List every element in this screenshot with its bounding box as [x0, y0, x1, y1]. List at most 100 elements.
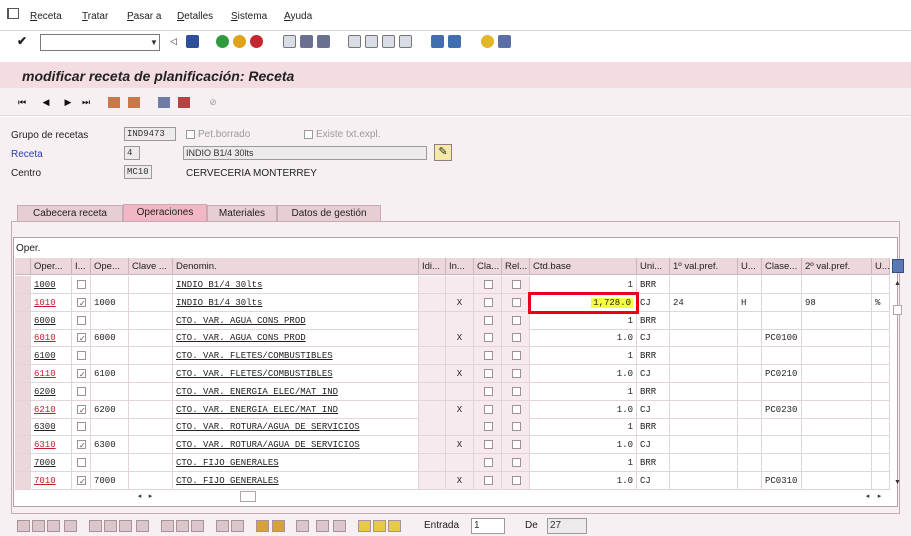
- row-i-checkbox[interactable]: [77, 386, 86, 396]
- col-oper[interactable]: Oper...: [31, 258, 72, 275]
- cell-ctd-base[interactable]: 1: [530, 382, 637, 401]
- exit-icon[interactable]: [233, 35, 246, 48]
- table-row[interactable]: 1000 INDIO B1/4 30lts 1 BRR: [15, 276, 890, 294]
- cell-oper[interactable]: 6210: [31, 400, 72, 419]
- help-icon[interactable]: [481, 35, 494, 48]
- col-cla[interactable]: Cla...: [474, 258, 502, 275]
- app-menu-icon[interactable]: [7, 8, 19, 19]
- cell-ctd-base[interactable]: 1: [530, 311, 637, 330]
- text-icon[interactable]: [316, 520, 329, 532]
- cell-denomin[interactable]: CTO. VAR. ENERGIA ELEC/MAT IND: [173, 400, 419, 419]
- tab-materiales[interactable]: Materiales: [207, 205, 277, 221]
- tab-operaciones[interactable]: Operaciones: [123, 204, 207, 221]
- scroll-right-right-icon[interactable]: ▸: [875, 492, 884, 501]
- table-row[interactable]: 6100 CTO. VAR. FLETES/COMBUSTIBLES 1 BRR: [15, 347, 890, 366]
- receta-description-field[interactable]: INDIO B1/4 30lts: [183, 146, 427, 160]
- row-cla-checkbox[interactable]: [484, 422, 493, 432]
- table-row[interactable]: 6000 CTO. VAR. AGUA CONS PROD 1 BRR: [15, 311, 890, 330]
- row-cla-checkbox[interactable]: [484, 475, 493, 485]
- row-cla-checkbox[interactable]: [484, 297, 493, 307]
- menu-ayuda[interactable]: Ayuda: [284, 11, 312, 22]
- row-selector[interactable]: [15, 276, 31, 294]
- back-arrow-icon[interactable]: ◁: [170, 35, 183, 48]
- first-page-icon[interactable]: [348, 35, 361, 48]
- insert-row-icon[interactable]: [89, 520, 102, 532]
- cell-denomin[interactable]: CTO. FIJO GENERALES: [173, 454, 419, 472]
- resource-icon[interactable]: [272, 520, 285, 532]
- tab-cabecera-receta[interactable]: Cabecera receta: [17, 205, 123, 221]
- row-selector[interactable]: [15, 347, 31, 366]
- cell-oper[interactable]: 6010: [31, 329, 72, 348]
- col-i[interactable]: I...: [72, 258, 91, 275]
- menu-tratar[interactable]: Tratar: [82, 11, 108, 22]
- cell-oper[interactable]: 6300: [31, 418, 72, 437]
- row-selector[interactable]: [15, 454, 31, 472]
- cell-ctd-base[interactable]: 1.0: [530, 471, 637, 490]
- last-record-icon[interactable]: ⏭: [80, 97, 92, 108]
- more-c-icon[interactable]: [388, 520, 401, 532]
- col-idi[interactable]: Idi...: [419, 258, 446, 275]
- hierarchy-icon[interactable]: [128, 97, 140, 108]
- detail-view-icon[interactable]: [178, 97, 190, 108]
- command-dropdown-icon[interactable]: ▼: [149, 35, 159, 50]
- next-page-icon[interactable]: [382, 35, 395, 48]
- more-b-icon[interactable]: [373, 520, 386, 532]
- row-cla-checkbox[interactable]: [484, 386, 493, 396]
- find-icon[interactable]: [300, 35, 313, 48]
- print-icon[interactable]: [283, 35, 296, 48]
- select-block-icon[interactable]: [17, 520, 30, 532]
- edit-row-icon[interactable]: [32, 520, 45, 532]
- existe-txt-checkbox[interactable]: [304, 130, 313, 139]
- cell-ctd-base[interactable]: 1: [530, 454, 637, 472]
- first-entry-icon[interactable]: [161, 520, 174, 532]
- next-record-icon[interactable]: ▶: [62, 97, 74, 108]
- delete-row-icon[interactable]: [104, 520, 117, 532]
- cell-denomin[interactable]: CTO. VAR. FLETES/COMBUSTIBLES: [173, 365, 419, 383]
- col-2-val-pref[interactable]: 2º val.pref.: [802, 258, 872, 275]
- scroll-left-right-icon[interactable]: ◂: [863, 492, 872, 501]
- cell-denomin[interactable]: CTO. VAR. AGUA CONS PROD: [173, 329, 419, 348]
- scroll-left-icon[interactable]: ◂: [135, 492, 144, 501]
- col-clase[interactable]: Clase...: [762, 258, 802, 275]
- col-uni[interactable]: Uni...: [637, 258, 670, 275]
- scroll-right-icon[interactable]: ▸: [146, 492, 155, 501]
- row-selector[interactable]: [15, 400, 31, 419]
- col-u1[interactable]: U...: [738, 258, 762, 275]
- row-rel-checkbox[interactable]: [512, 404, 521, 414]
- table-view-icon[interactable]: [158, 97, 170, 108]
- cell-ctd-base[interactable]: 1.0: [530, 365, 637, 383]
- table-row[interactable]: 7000 CTO. FIJO GENERALES 1 BRR: [15, 454, 890, 472]
- row-i-checkbox[interactable]: [77, 351, 86, 361]
- cell-denomin[interactable]: INDIO B1/4 30lts: [173, 293, 419, 312]
- row-i-checkbox[interactable]: [77, 457, 86, 467]
- display-row-icon[interactable]: [47, 520, 60, 532]
- row-i-checkbox[interactable]: [77, 422, 86, 432]
- cell-denomin[interactable]: CTO. VAR. AGUA CONS PROD: [173, 311, 419, 330]
- row-rel-checkbox[interactable]: [512, 457, 521, 467]
- select-all-header[interactable]: [15, 258, 31, 275]
- scroll-up-icon[interactable]: ▲: [893, 279, 902, 288]
- table-row[interactable]: 6310 6300 CTO. VAR. ROTURA/AGUA DE SERVICI…: [15, 436, 890, 455]
- row-rel-checkbox[interactable]: [512, 315, 521, 325]
- row-cla-checkbox[interactable]: [484, 315, 493, 325]
- row-cla-checkbox[interactable]: [484, 333, 493, 343]
- next-entry-icon[interactable]: [191, 520, 204, 532]
- row-i-checkbox[interactable]: [77, 368, 86, 378]
- settings-icon[interactable]: [296, 520, 309, 532]
- enter-check-icon[interactable]: ✔: [17, 35, 30, 48]
- filter-icon[interactable]: [231, 520, 244, 532]
- cell-ctd-base[interactable]: 1.0: [530, 400, 637, 419]
- tab-datos-de-gestion[interactable]: Datos de gestión: [277, 205, 381, 221]
- row-rel-checkbox[interactable]: [512, 351, 521, 361]
- cell-denomin[interactable]: CTO. VAR. ENERGIA ELEC/MAT IND: [173, 382, 419, 401]
- row-rel-checkbox[interactable]: [512, 279, 521, 289]
- row-selector[interactable]: [15, 382, 31, 401]
- last-page-icon[interactable]: [399, 35, 412, 48]
- col-denomin[interactable]: Denomin.: [173, 258, 419, 275]
- cell-oper[interactable]: 7000: [31, 454, 72, 472]
- component-icon[interactable]: [256, 520, 269, 532]
- shortcut-icon[interactable]: [448, 35, 461, 48]
- cell-ctd-base[interactable]: 1.0: [530, 329, 637, 348]
- cell-oper[interactable]: 6100: [31, 347, 72, 366]
- layout-icon[interactable]: [333, 520, 346, 532]
